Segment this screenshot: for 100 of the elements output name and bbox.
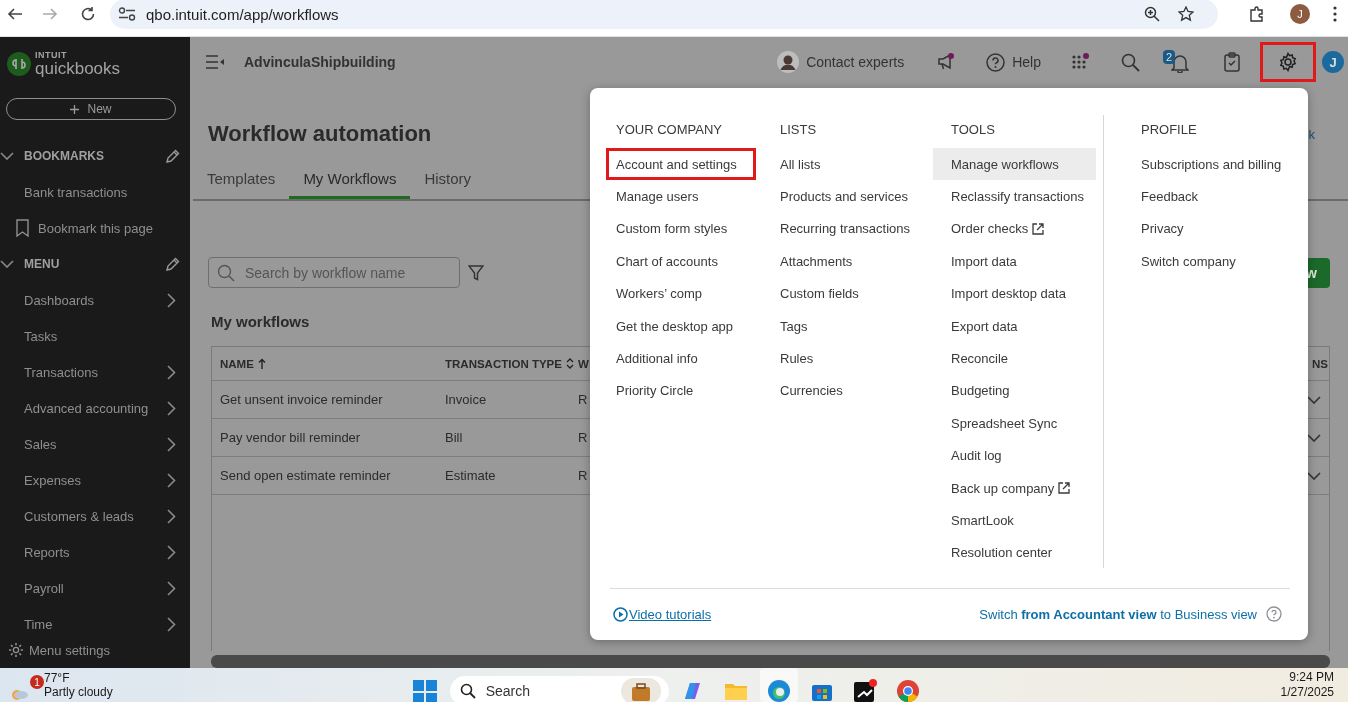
product-name: quickbooks [35, 60, 121, 77]
chevron-right-icon [167, 508, 176, 524]
video-tutorials-link[interactable]: Video tutorials [629, 606, 712, 622]
menu-item[interactable]: Currencies [770, 374, 853, 408]
menu-item[interactable]: Priority Circle [606, 374, 704, 408]
help-icon[interactable] [1266, 606, 1282, 622]
menu-item[interactable]: Custom fields [770, 277, 869, 310]
menu-item[interactable]: Get the desktop app [606, 309, 744, 343]
sidebar-item[interactable]: Dashboards [24, 292, 167, 308]
sidebar-item[interactable]: Payroll [24, 580, 167, 596]
taskbar-search-field[interactable]: Search [449, 676, 669, 702]
switch-view-link[interactable]: Switch from Accountant view to Business view [979, 606, 1257, 622]
edge-browser-icon[interactable] [766, 679, 791, 702]
menu-item[interactable]: Export data [933, 309, 1096, 343]
sidebar-item[interactable]: Sales [24, 436, 167, 452]
contact-experts-button[interactable]: Contact experts [806, 54, 905, 70]
chevron-right-icon [167, 400, 176, 416]
bookmark-icon[interactable] [16, 219, 29, 237]
menu-item[interactable]: Recurring transactions [770, 212, 921, 246]
menu-icon[interactable] [206, 55, 224, 69]
menu-item[interactable]: Import data [933, 245, 1096, 278]
clock-date: 1/27/2025 [1280, 685, 1334, 700]
bell-icon[interactable] [1171, 53, 1189, 73]
sidebar-item[interactable]: Tasks [24, 328, 176, 344]
menu-item[interactable]: Attachments [770, 245, 863, 278]
sidebar-item[interactable]: Bank transactions [24, 184, 176, 200]
menu-item[interactable]: Back up company [933, 471, 1096, 505]
menu-item[interactable]: Budgeting [933, 374, 1096, 408]
settings-icon [8, 642, 24, 658]
sidebar-item[interactable]: Transactions [24, 364, 167, 380]
menu-item[interactable]: Feedback [1131, 180, 1209, 213]
star-icon[interactable] [1178, 6, 1194, 22]
menu-item[interactable]: Reconcile [933, 342, 1096, 375]
sidebar-item[interactable]: Advanced accounting [24, 400, 167, 416]
app-icon[interactable] [852, 679, 877, 702]
menu-item[interactable]: All lists [770, 148, 831, 181]
menu-item[interactable]: Manage workflows [933, 148, 1096, 181]
sidebar-item[interactable]: Reports [24, 544, 167, 560]
menu-item[interactable]: Privacy [1131, 212, 1194, 246]
column-header[interactable]: NAME [220, 357, 254, 370]
tab[interactable]: My Workflows [289, 170, 411, 199]
back-icon[interactable] [7, 6, 23, 22]
menu-item[interactable]: Spreadsheet Sync [933, 407, 1096, 440]
more-icon[interactable] [1333, 6, 1337, 22]
menu-item[interactable]: Rules [770, 342, 824, 375]
menu-item[interactable]: Order checks [933, 212, 1096, 246]
menu-item[interactable]: Switch company [1131, 245, 1246, 278]
horizontal-scrollbar[interactable] [211, 655, 1330, 668]
filter-icon[interactable] [468, 264, 484, 281]
reload-icon[interactable] [80, 6, 96, 22]
column-header[interactable]: TRANSACTION TYPE [445, 357, 562, 370]
menu-item[interactable]: Additional info [606, 342, 708, 375]
menu-item[interactable]: Tags [770, 309, 818, 343]
help-button[interactable]: Help [1012, 54, 1041, 70]
menu-item[interactable]: Manage users [606, 180, 709, 213]
user-avatar[interactable]: J [1322, 51, 1344, 73]
settings-button[interactable] [1260, 42, 1316, 82]
menu-heading: YOUR COMPANY [616, 121, 723, 139]
menu-item[interactable]: Products and services [770, 180, 918, 213]
chevron-right-icon [167, 436, 176, 452]
menu-item[interactable]: Resolution center [933, 536, 1096, 570]
menu-item[interactable]: Import desktop data [933, 277, 1096, 310]
menu-item[interactable]: Audit log [933, 439, 1096, 472]
help-icon[interactable] [986, 52, 1006, 72]
zoom-icon[interactable] [1144, 6, 1160, 22]
sidebar-item[interactable]: Bookmark this page [38, 220, 176, 236]
extensions-icon[interactable] [1249, 6, 1265, 22]
chrome-icon[interactable] [895, 679, 920, 702]
sidebar-item[interactable]: Expenses [24, 472, 167, 488]
play-circle-icon[interactable] [613, 606, 628, 622]
column-header[interactable]: W [578, 357, 589, 370]
menu-item[interactable]: Workers’ comp [606, 277, 712, 310]
apps-grid-icon[interactable] [1072, 53, 1090, 71]
table-cell: R [578, 430, 588, 445]
megaphone-icon[interactable] [937, 53, 956, 71]
address-bar[interactable]: qbo.intuit.com/app/workflows [110, 0, 1218, 29]
clipboard-icon[interactable] [1224, 52, 1240, 72]
menu-item[interactable]: Custom form styles [606, 212, 738, 246]
menu-item[interactable]: Reclassify transactions [933, 180, 1096, 213]
menu-item[interactable]: Subscriptions and billing [1131, 148, 1292, 181]
column-header[interactable]: NS [1312, 357, 1328, 370]
chevron-right-icon [167, 472, 176, 488]
section-heading[interactable]: MENU [24, 257, 165, 271]
menu-item[interactable]: SmartLook [933, 504, 1096, 537]
search-icon[interactable] [1121, 52, 1140, 72]
edit-icon[interactable] [165, 148, 180, 164]
expert-avatar-icon[interactable] [777, 51, 800, 73]
tab[interactable]: Templates [193, 170, 290, 199]
tab[interactable]: History [410, 170, 486, 199]
edit-icon[interactable] [165, 256, 180, 272]
menu-settings-link[interactable]: Menu settings [29, 642, 110, 658]
site-settings-icon[interactable] [118, 7, 136, 21]
section-heading[interactable]: BOOKMARKS [24, 149, 165, 163]
sidebar-item[interactable]: Time [24, 616, 167, 632]
windows-start-icon[interactable] [412, 680, 437, 702]
menu-item[interactable]: Chart of accounts [606, 245, 728, 278]
quickbooks-logo-icon [7, 52, 31, 76]
sidebar-item[interactable]: Customers & leads [24, 508, 167, 524]
profile-avatar[interactable]: J [1290, 4, 1310, 24]
menu-item[interactable]: Account and settings [606, 148, 756, 181]
